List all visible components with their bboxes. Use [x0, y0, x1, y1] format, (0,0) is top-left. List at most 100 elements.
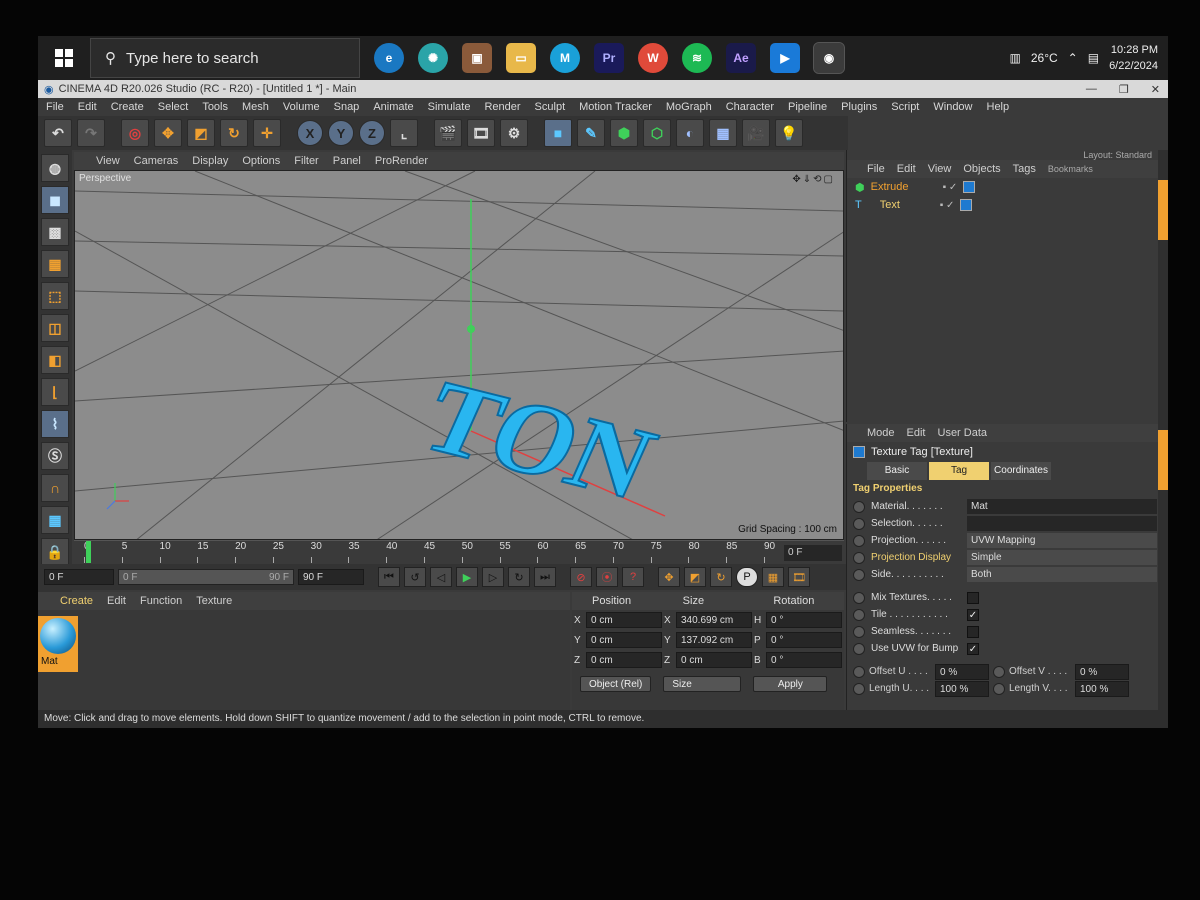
- side-dropdown[interactable]: Both: [967, 567, 1157, 582]
- use-uvw-checkbox[interactable]: ✓: [967, 642, 979, 655]
- clock[interactable]: 10:28 PM 6/22/2024: [1109, 42, 1158, 74]
- viewport-menu-panel[interactable]: Panel: [333, 155, 361, 167]
- current-frame-field[interactable]: 0 F: [784, 545, 842, 561]
- attributes-side-tab[interactable]: [1158, 430, 1168, 490]
- y-axis-lock[interactable]: Y: [328, 120, 354, 146]
- keyframe-selection-icon[interactable]: ?: [622, 567, 644, 587]
- menu-sculpt[interactable]: Sculpt: [535, 101, 566, 113]
- photos-icon[interactable]: ▣: [462, 43, 492, 73]
- x-axis-lock[interactable]: X: [297, 120, 323, 146]
- cinema4d-taskbar-icon[interactable]: ◉: [813, 42, 845, 74]
- menu-volume[interactable]: Volume: [283, 101, 320, 113]
- next-key-icon[interactable]: ↻: [508, 567, 530, 587]
- objects-side-tab[interactable]: [1158, 180, 1168, 240]
- viewport-nav-icons[interactable]: ✥⇓⟲▢: [792, 174, 835, 185]
- start-frame-field[interactable]: 0 F: [44, 569, 114, 585]
- offset-u-field[interactable]: 0 %: [935, 663, 989, 680]
- app-m-icon[interactable]: M: [550, 43, 580, 73]
- obj-menu-view[interactable]: View: [928, 163, 952, 175]
- rotate-tool-icon[interactable]: ↻: [220, 119, 248, 147]
- projection-dropdown[interactable]: UVW Mapping: [967, 533, 1157, 548]
- rotation-p-field[interactable]: 0 °: [766, 632, 842, 648]
- snap-magnet-icon[interactable]: ∩: [41, 474, 69, 502]
- timeline-ruler[interactable]: 051015202530354045505560657075808590: [84, 541, 814, 563]
- minimize-icon[interactable]: —: [1086, 83, 1097, 96]
- cube-icon[interactable]: ■: [544, 119, 572, 147]
- auto-keying-icon[interactable]: ⦿: [596, 567, 618, 587]
- animate-radio[interactable]: [853, 534, 865, 547]
- play-icon[interactable]: ▶: [456, 567, 478, 587]
- size-mode-dropdown[interactable]: Size: [663, 676, 742, 692]
- attr-menu-user-data[interactable]: User Data: [938, 427, 988, 439]
- viewport-menu-cameras[interactable]: Cameras: [134, 155, 179, 167]
- camera-icon[interactable]: 🎥: [742, 119, 770, 147]
- position-y-field[interactable]: 0 cm: [586, 632, 662, 648]
- perspective-viewport[interactable]: TON Perspective ✥⇓⟲▢ Grid Spacing : 100 …: [74, 170, 844, 540]
- length-v-field[interactable]: 100 %: [1075, 680, 1129, 697]
- globe-icon[interactable]: ◍: [41, 154, 69, 182]
- scale-tool-icon[interactable]: ◩: [187, 119, 215, 147]
- menu-pipeline[interactable]: Pipeline: [788, 101, 827, 113]
- viewport-menu-filter[interactable]: Filter: [294, 155, 318, 167]
- attr-menu-mode[interactable]: Mode: [867, 427, 895, 439]
- animate-radio[interactable]: [853, 591, 865, 604]
- tab-basic[interactable]: Basic: [867, 462, 927, 480]
- apply-button[interactable]: Apply: [753, 676, 828, 692]
- 3d-text-object[interactable]: TON: [406, 359, 672, 522]
- viewport-menu-options[interactable]: Options: [242, 155, 280, 167]
- viewport-menu-display[interactable]: Display: [192, 155, 228, 167]
- grid-snap-icon[interactable]: ▦: [41, 506, 69, 534]
- material-swatch[interactable]: Mat: [38, 616, 78, 672]
- key-scale-icon[interactable]: ◩: [684, 567, 706, 587]
- points-mode-icon[interactable]: ⬚: [41, 282, 69, 310]
- chevron-up-icon[interactable]: ⌃: [1068, 51, 1078, 65]
- position-z-field[interactable]: 0 cm: [586, 652, 662, 668]
- deformer-icon[interactable]: ◐: [676, 119, 704, 147]
- end-frame-field[interactable]: 90 F: [298, 569, 364, 585]
- animate-radio[interactable]: [853, 625, 865, 638]
- render-settings-icon[interactable]: ⚙: [500, 119, 528, 147]
- object-row-text[interactable]: T Text ▪ ✓: [847, 196, 1158, 214]
- object-name-extrude[interactable]: Extrude: [871, 181, 937, 193]
- tile-checkbox[interactable]: ✓: [967, 608, 979, 621]
- light-icon[interactable]: 💡: [775, 119, 803, 147]
- menu-animate[interactable]: Animate: [373, 101, 413, 113]
- animate-radio[interactable]: [853, 500, 865, 513]
- tab-tag[interactable]: Tag: [929, 462, 989, 480]
- menu-file[interactable]: File: [46, 101, 64, 113]
- spotify-icon[interactable]: ≋: [682, 43, 712, 73]
- key-position-icon[interactable]: ✥: [658, 567, 680, 587]
- length-u-field[interactable]: 100 %: [935, 680, 989, 697]
- menu-tools[interactable]: Tools: [202, 101, 228, 113]
- visibility-icon[interactable]: ▪ ✓: [943, 182, 958, 193]
- after-effects-icon[interactable]: Ae: [726, 43, 756, 73]
- chatgpt-icon[interactable]: ✺: [418, 43, 448, 73]
- previous-frame-icon[interactable]: ◁: [430, 567, 452, 587]
- seamless-checkbox[interactable]: [967, 625, 979, 638]
- floor-icon[interactable]: ▦: [709, 119, 737, 147]
- pen-icon[interactable]: ✎: [577, 119, 605, 147]
- obj-menu-bookmarks[interactable]: Bookmarks: [1048, 164, 1093, 174]
- menu-snap[interactable]: Snap: [334, 101, 360, 113]
- obj-menu-tags[interactable]: Tags: [1013, 163, 1036, 175]
- edge-icon[interactable]: e: [374, 43, 404, 73]
- menu-simulate[interactable]: Simulate: [428, 101, 471, 113]
- selection-field[interactable]: [967, 516, 1157, 531]
- menu-select[interactable]: Select: [158, 101, 189, 113]
- attr-menu-edit[interactable]: Edit: [907, 427, 926, 439]
- network-icon[interactable]: ▤: [1088, 51, 1099, 65]
- key-pla-icon[interactable]: ▦: [762, 567, 784, 587]
- animate-radio[interactable]: [993, 682, 1005, 695]
- record-keys-icon[interactable]: ⊘: [570, 567, 592, 587]
- texture-tag-icon[interactable]: [960, 199, 973, 211]
- coordinate-mode-dropdown[interactable]: Object (Rel): [580, 676, 652, 692]
- timeline[interactable]: 051015202530354045505560657075808590 0 F: [74, 540, 844, 564]
- recent-tools-icon[interactable]: ✛: [253, 119, 281, 147]
- redo-icon[interactable]: ↷: [77, 119, 105, 147]
- layout-selector[interactable]: Layout: Standard: [848, 150, 1158, 162]
- axis-mode-icon[interactable]: ⌊: [41, 378, 69, 406]
- menu-help[interactable]: Help: [987, 101, 1010, 113]
- menu-plugins[interactable]: Plugins: [841, 101, 877, 113]
- size-y-field[interactable]: 137.092 cm: [676, 632, 752, 648]
- animate-radio[interactable]: [853, 682, 865, 695]
